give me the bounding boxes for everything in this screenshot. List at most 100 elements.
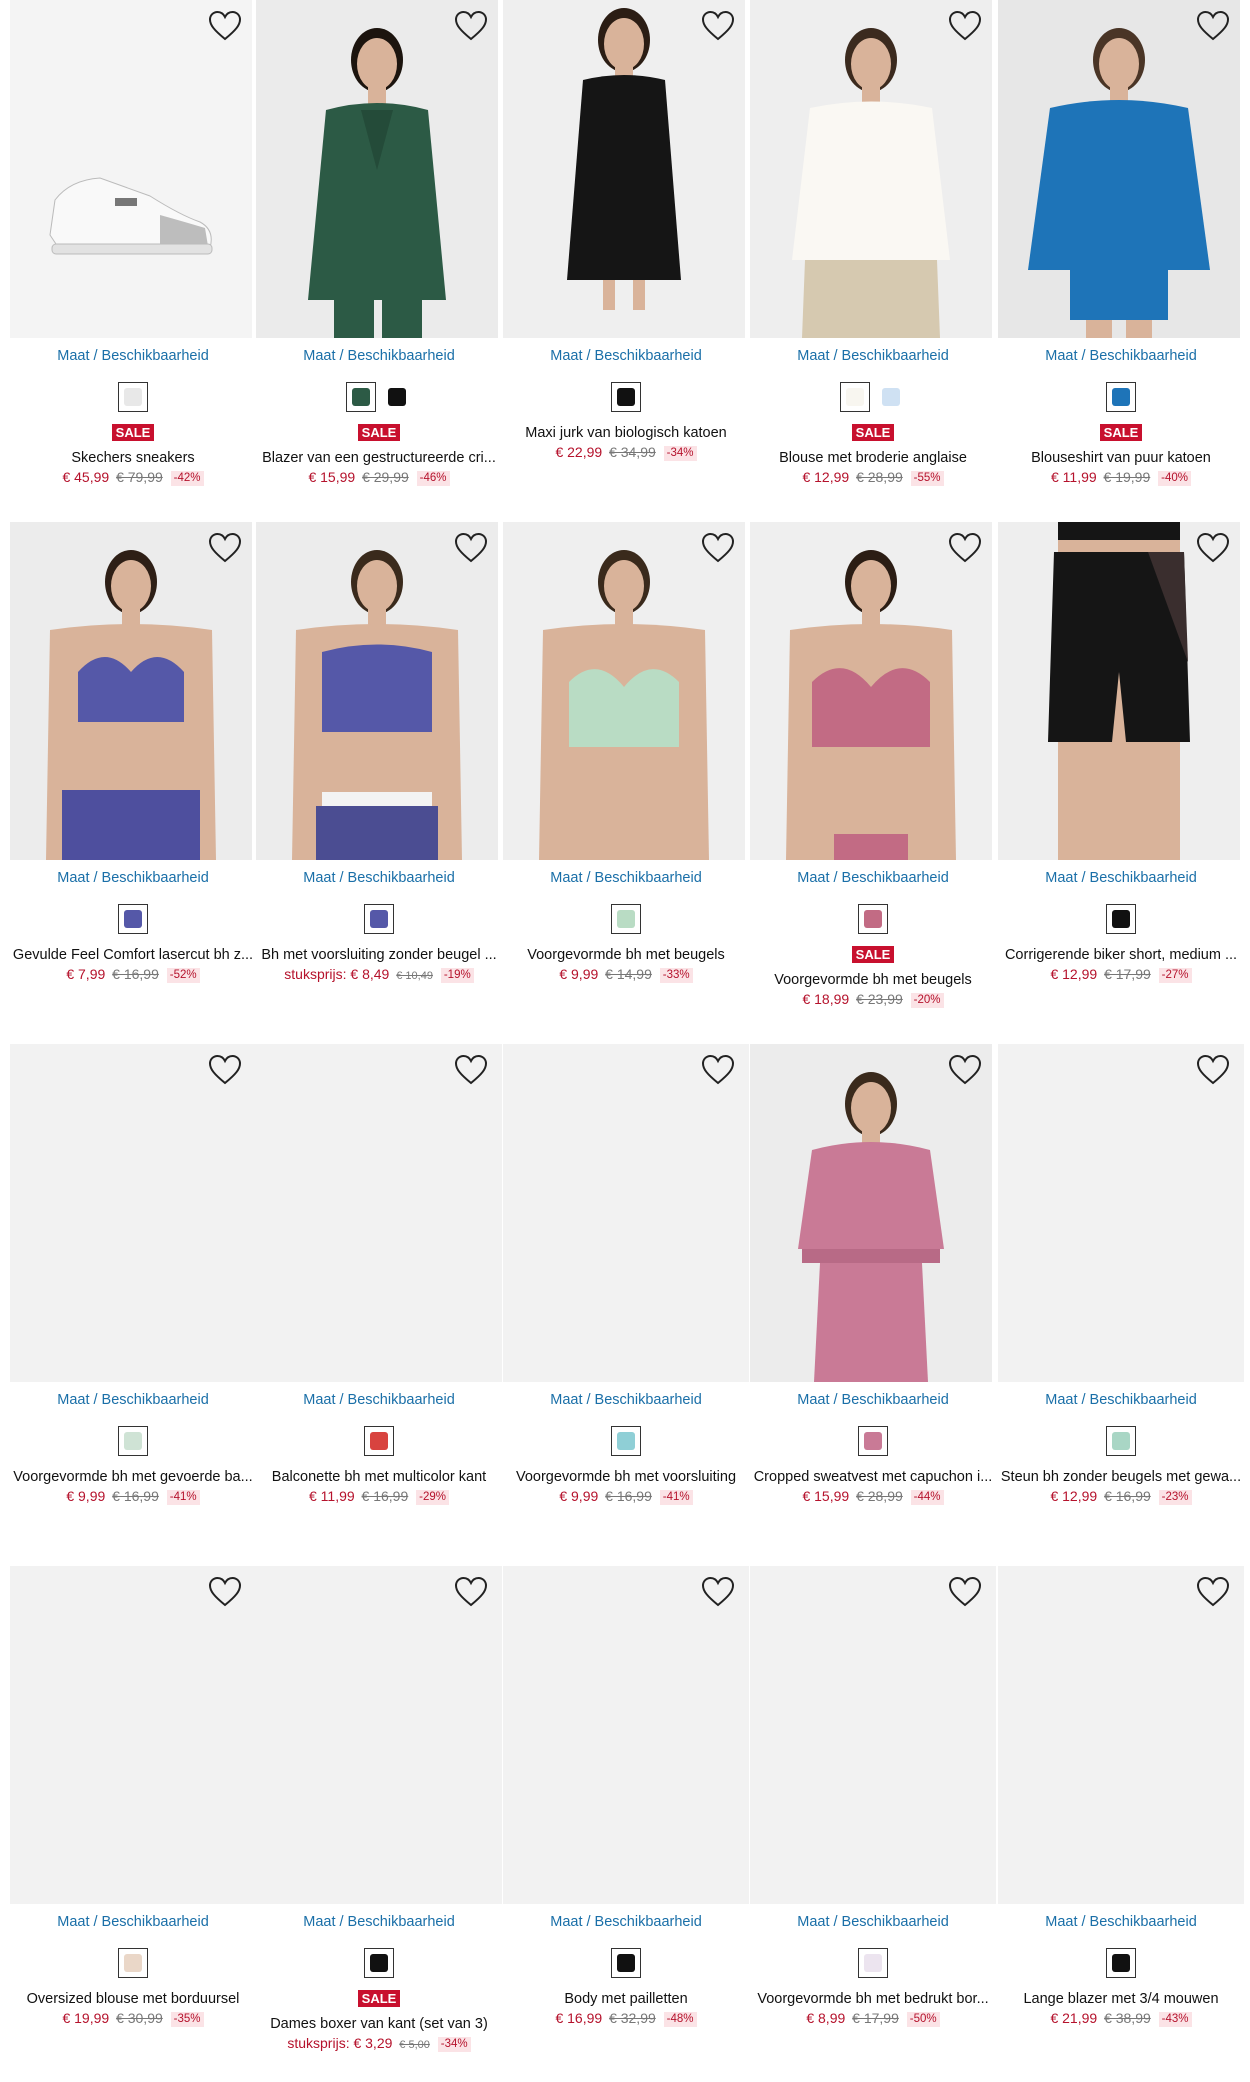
- color-swatch[interactable]: [858, 1426, 888, 1456]
- product-card[interactable]: Maat / Beschikbaarheid Voorgevormde bh m…: [10, 1044, 256, 1544]
- product-title[interactable]: Corrigerende biker short, medium ...: [998, 946, 1244, 964]
- heart-icon[interactable]: [1196, 532, 1230, 564]
- color-swatch[interactable]: [1106, 1948, 1136, 1978]
- color-swatch[interactable]: [1106, 904, 1136, 934]
- product-card[interactable]: Maat / Beschikbaarheid Oversized blouse …: [10, 1566, 256, 2066]
- product-title[interactable]: Balconette bh met multicolor kant: [256, 1468, 502, 1486]
- color-swatch[interactable]: [611, 1948, 641, 1978]
- product-image[interactable]: [10, 522, 252, 860]
- product-image[interactable]: [750, 1566, 996, 1904]
- heart-icon[interactable]: [701, 532, 735, 564]
- heart-icon[interactable]: [454, 10, 488, 42]
- size-availability-link[interactable]: Maat / Beschikbaarheid: [750, 1392, 996, 1408]
- size-availability-link[interactable]: Maat / Beschikbaarheid: [750, 1914, 996, 1930]
- product-title[interactable]: Voorgevormde bh met beugels: [750, 971, 996, 989]
- product-image[interactable]: [256, 1044, 502, 1382]
- size-availability-link[interactable]: Maat / Beschikbaarheid: [503, 870, 749, 886]
- color-swatch[interactable]: [118, 382, 148, 412]
- product-title[interactable]: Lange blazer met 3/4 mouwen: [998, 1990, 1244, 2008]
- heart-icon[interactable]: [1196, 10, 1230, 42]
- heart-icon[interactable]: [1196, 1576, 1230, 1608]
- size-availability-link[interactable]: Maat / Beschikbaarheid: [503, 1392, 749, 1408]
- heart-icon[interactable]: [208, 10, 242, 42]
- size-availability-link[interactable]: Maat / Beschikbaarheid: [256, 1392, 502, 1408]
- product-title[interactable]: Skechers sneakers: [10, 449, 256, 467]
- color-swatch[interactable]: [858, 1948, 888, 1978]
- color-swatch[interactable]: [611, 382, 641, 412]
- product-card[interactable]: Maat / Beschikbaarheid SALE Voorgevormde…: [750, 522, 996, 1022]
- size-availability-link[interactable]: Maat / Beschikbaarheid: [256, 870, 502, 886]
- color-swatch[interactable]: [364, 904, 394, 934]
- product-card[interactable]: Maat / Beschikbaarheid Bh met voorsluiti…: [256, 522, 502, 1022]
- product-title[interactable]: Voorgevormde bh met bedrukt bor...: [750, 1990, 996, 2008]
- product-image[interactable]: [10, 0, 252, 338]
- product-title[interactable]: Blouseshirt van puur katoen: [998, 449, 1244, 467]
- size-availability-link[interactable]: Maat / Beschikbaarheid: [503, 1914, 749, 1930]
- product-title[interactable]: Dames boxer van kant (set van 3): [256, 2015, 502, 2033]
- heart-icon[interactable]: [701, 10, 735, 42]
- size-availability-link[interactable]: Maat / Beschikbaarheid: [10, 1914, 256, 1930]
- heart-icon[interactable]: [208, 1576, 242, 1608]
- product-card[interactable]: Maat / Beschikbaarheid Body met paillett…: [503, 1566, 749, 2066]
- product-image[interactable]: [750, 1044, 992, 1382]
- color-swatch[interactable]: [364, 1948, 394, 1978]
- heart-icon[interactable]: [948, 1054, 982, 1086]
- product-title[interactable]: Maxi jurk van biologisch katoen: [503, 424, 749, 442]
- size-availability-link[interactable]: Maat / Beschikbaarheid: [503, 348, 749, 364]
- color-swatch[interactable]: [876, 382, 906, 412]
- color-swatch[interactable]: [1106, 1426, 1136, 1456]
- color-swatch[interactable]: [118, 1426, 148, 1456]
- size-availability-link[interactable]: Maat / Beschikbaarheid: [750, 348, 996, 364]
- product-image[interactable]: [998, 0, 1240, 338]
- color-swatch[interactable]: [118, 904, 148, 934]
- color-swatch[interactable]: [858, 904, 888, 934]
- color-swatch[interactable]: [382, 382, 412, 412]
- heart-icon[interactable]: [948, 532, 982, 564]
- product-title[interactable]: Blouse met broderie anglaise: [750, 449, 996, 467]
- color-swatch[interactable]: [611, 1426, 641, 1456]
- product-title[interactable]: Voorgevormde bh met gevoerde ba...: [10, 1468, 256, 1486]
- product-card[interactable]: Maat / Beschikbaarheid SALE Dames boxer …: [256, 1566, 502, 2066]
- heart-icon[interactable]: [208, 1054, 242, 1086]
- size-availability-link[interactable]: Maat / Beschikbaarheid: [998, 1392, 1244, 1408]
- heart-icon[interactable]: [948, 1576, 982, 1608]
- heart-icon[interactable]: [701, 1576, 735, 1608]
- heart-icon[interactable]: [701, 1054, 735, 1086]
- product-card[interactable]: Maat / Beschikbaarheid SALE Skechers sne…: [10, 0, 256, 500]
- product-image[interactable]: [10, 1566, 256, 1904]
- product-card[interactable]: Maat / Beschikbaarheid Voorgevormde bh m…: [503, 1044, 749, 1544]
- product-image[interactable]: [503, 1044, 749, 1382]
- product-title[interactable]: Voorgevormde bh met beugels: [503, 946, 749, 964]
- size-availability-link[interactable]: Maat / Beschikbaarheid: [10, 1392, 256, 1408]
- product-image[interactable]: [256, 0, 498, 338]
- size-availability-link[interactable]: Maat / Beschikbaarheid: [256, 1914, 502, 1930]
- product-image[interactable]: [750, 522, 992, 860]
- size-availability-link[interactable]: Maat / Beschikbaarheid: [256, 348, 502, 364]
- heart-icon[interactable]: [454, 532, 488, 564]
- heart-icon[interactable]: [454, 1576, 488, 1608]
- product-card[interactable]: Maat / Beschikbaarheid Voorgevormde bh m…: [750, 1566, 996, 2066]
- product-image[interactable]: [998, 1566, 1244, 1904]
- product-card[interactable]: Maat / Beschikbaarheid Corrigerende bike…: [998, 522, 1244, 1022]
- size-availability-link[interactable]: Maat / Beschikbaarheid: [750, 870, 996, 886]
- size-availability-link[interactable]: Maat / Beschikbaarheid: [998, 870, 1244, 886]
- product-image[interactable]: [503, 0, 745, 338]
- color-swatch[interactable]: [118, 1948, 148, 1978]
- size-availability-link[interactable]: Maat / Beschikbaarheid: [10, 348, 256, 364]
- heart-icon[interactable]: [948, 10, 982, 42]
- product-image[interactable]: [256, 1566, 502, 1904]
- product-card[interactable]: Maat / Beschikbaarheid Maxi jurk van bio…: [503, 0, 749, 500]
- product-card[interactable]: Maat / Beschikbaarheid Lange blazer met …: [998, 1566, 1244, 2066]
- color-swatch[interactable]: [611, 904, 641, 934]
- product-title[interactable]: Bh met voorsluiting zonder beugel ...: [256, 946, 502, 964]
- product-card[interactable]: Maat / Beschikbaarheid Voorgevormde bh m…: [503, 522, 749, 1022]
- product-title[interactable]: Cropped sweatvest met capuchon i...: [750, 1468, 996, 1486]
- heart-icon[interactable]: [208, 532, 242, 564]
- size-availability-link[interactable]: Maat / Beschikbaarheid: [998, 348, 1244, 364]
- product-image[interactable]: [998, 522, 1240, 860]
- product-card[interactable]: Maat / Beschikbaarheid Balconette bh met…: [256, 1044, 502, 1544]
- product-image[interactable]: [503, 1566, 749, 1904]
- product-card[interactable]: Maat / Beschikbaarheid Gevulde Feel Comf…: [10, 522, 256, 1022]
- product-title[interactable]: Oversized blouse met borduursel: [10, 1990, 256, 2008]
- heart-icon[interactable]: [1196, 1054, 1230, 1086]
